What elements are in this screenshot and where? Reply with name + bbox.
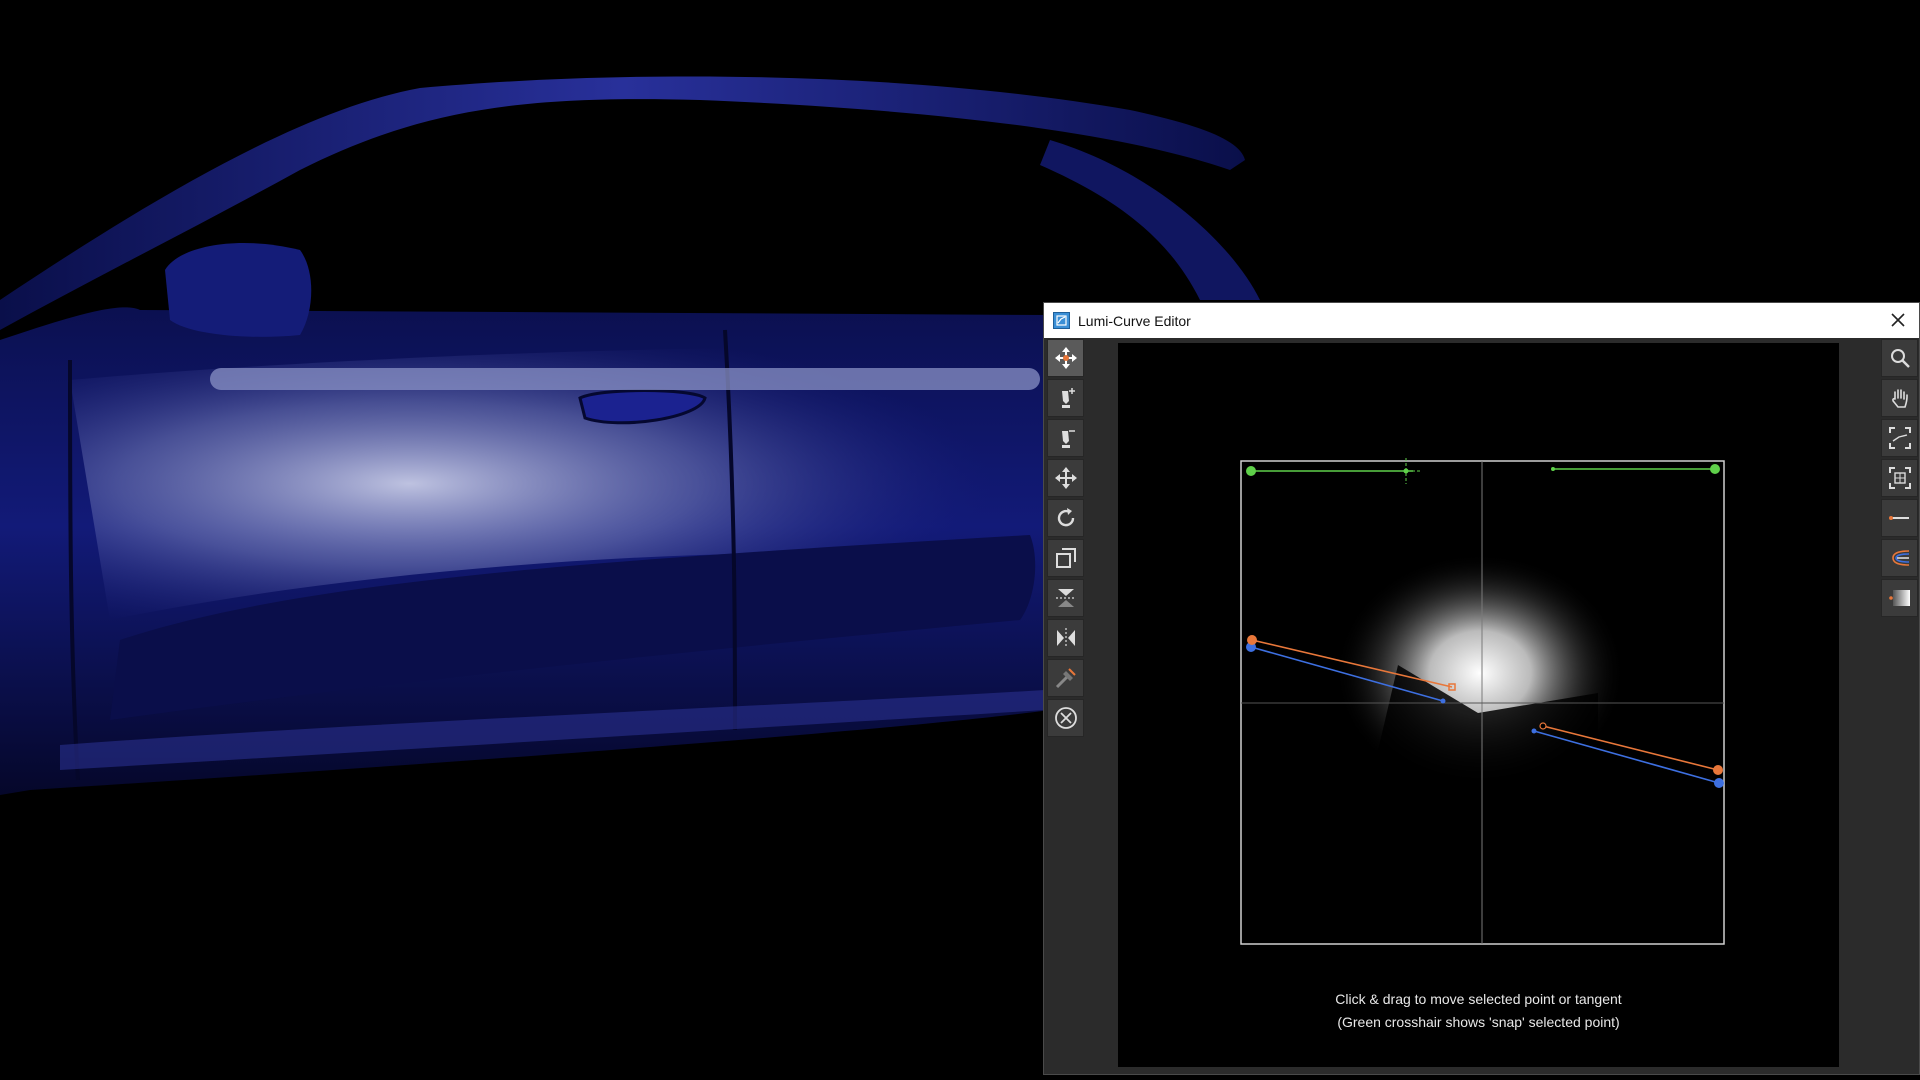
orange-control-point[interactable]	[1247, 635, 1257, 645]
move-all-tool[interactable]	[1047, 459, 1084, 497]
lumi-curve-editor-window: Lumi-Curve Editor Click & drag to move s…	[1043, 302, 1920, 1075]
zoom-icon	[1890, 349, 1910, 368]
gradient-preview-tool[interactable]	[1881, 579, 1918, 617]
delete-point-icon	[1054, 707, 1077, 729]
scale-tool[interactable]	[1047, 539, 1084, 577]
fit-view-tool[interactable]	[1881, 419, 1918, 457]
gradient-preview-icon	[1888, 590, 1910, 606]
flip-vertical-tool[interactable]	[1047, 579, 1084, 617]
curve-canvas[interactable]: Click & drag to move selected point or t…	[1118, 343, 1839, 1067]
add-point-tool[interactable]	[1047, 379, 1084, 417]
single-curve-icon	[1888, 516, 1909, 520]
move-point-tool[interactable]	[1047, 339, 1084, 377]
window-title: Lumi-Curve Editor	[1078, 312, 1191, 329]
pan-hand-icon	[1891, 389, 1908, 408]
remove-point-tool[interactable]	[1047, 419, 1084, 457]
close-button[interactable]	[1885, 307, 1911, 333]
flip-horizontal-tool[interactable]	[1047, 619, 1084, 657]
help-text: Click & drag to move selected point or t…	[1118, 988, 1839, 1034]
single-curve-tool[interactable]	[1881, 499, 1918, 537]
fit-view-icon	[1888, 427, 1911, 449]
green-control-point[interactable]	[1246, 466, 1256, 476]
orange-control-point[interactable]	[1713, 765, 1723, 775]
curve-graph[interactable]	[1118, 343, 1839, 1067]
frame-selection-tool[interactable]	[1881, 459, 1918, 497]
selected-tangent-handle[interactable]	[1539, 722, 1547, 730]
flip-horizontal-icon	[1056, 628, 1075, 648]
delete-point-tool[interactable]	[1047, 699, 1084, 737]
rotate-icon	[1057, 508, 1074, 527]
add-point-pen-icon	[1061, 388, 1075, 408]
help-line-1: Click & drag to move selected point or t…	[1335, 991, 1622, 1007]
blue-control-point[interactable]	[1714, 778, 1724, 788]
move-all-icon	[1054, 467, 1077, 489]
rotate-tool[interactable]	[1047, 499, 1084, 537]
flip-vertical-icon	[1055, 589, 1076, 607]
right-toolbar	[1881, 339, 1919, 617]
green-control-point[interactable]	[1710, 464, 1720, 474]
app-icon	[1053, 312, 1070, 329]
zoom-tool[interactable]	[1881, 339, 1918, 377]
multi-curve-icon	[1891, 550, 1909, 566]
smooth-tangent-icon	[1055, 668, 1076, 689]
title-bar[interactable]: Lumi-Curve Editor	[1044, 303, 1919, 338]
left-toolbar	[1047, 339, 1084, 737]
smooth-tangent-tool[interactable]	[1047, 659, 1084, 697]
move-point-icon	[1054, 347, 1077, 369]
scale-icon	[1055, 548, 1076, 568]
pan-tool[interactable]	[1881, 379, 1918, 417]
close-icon	[1891, 313, 1905, 327]
help-line-2: (Green crosshair shows 'snap' selected p…	[1337, 1014, 1620, 1030]
remove-point-pen-icon	[1061, 430, 1075, 448]
frame-selection-icon	[1888, 467, 1911, 489]
luminance-glow	[1335, 553, 1625, 793]
multi-curve-tool[interactable]	[1881, 539, 1918, 577]
